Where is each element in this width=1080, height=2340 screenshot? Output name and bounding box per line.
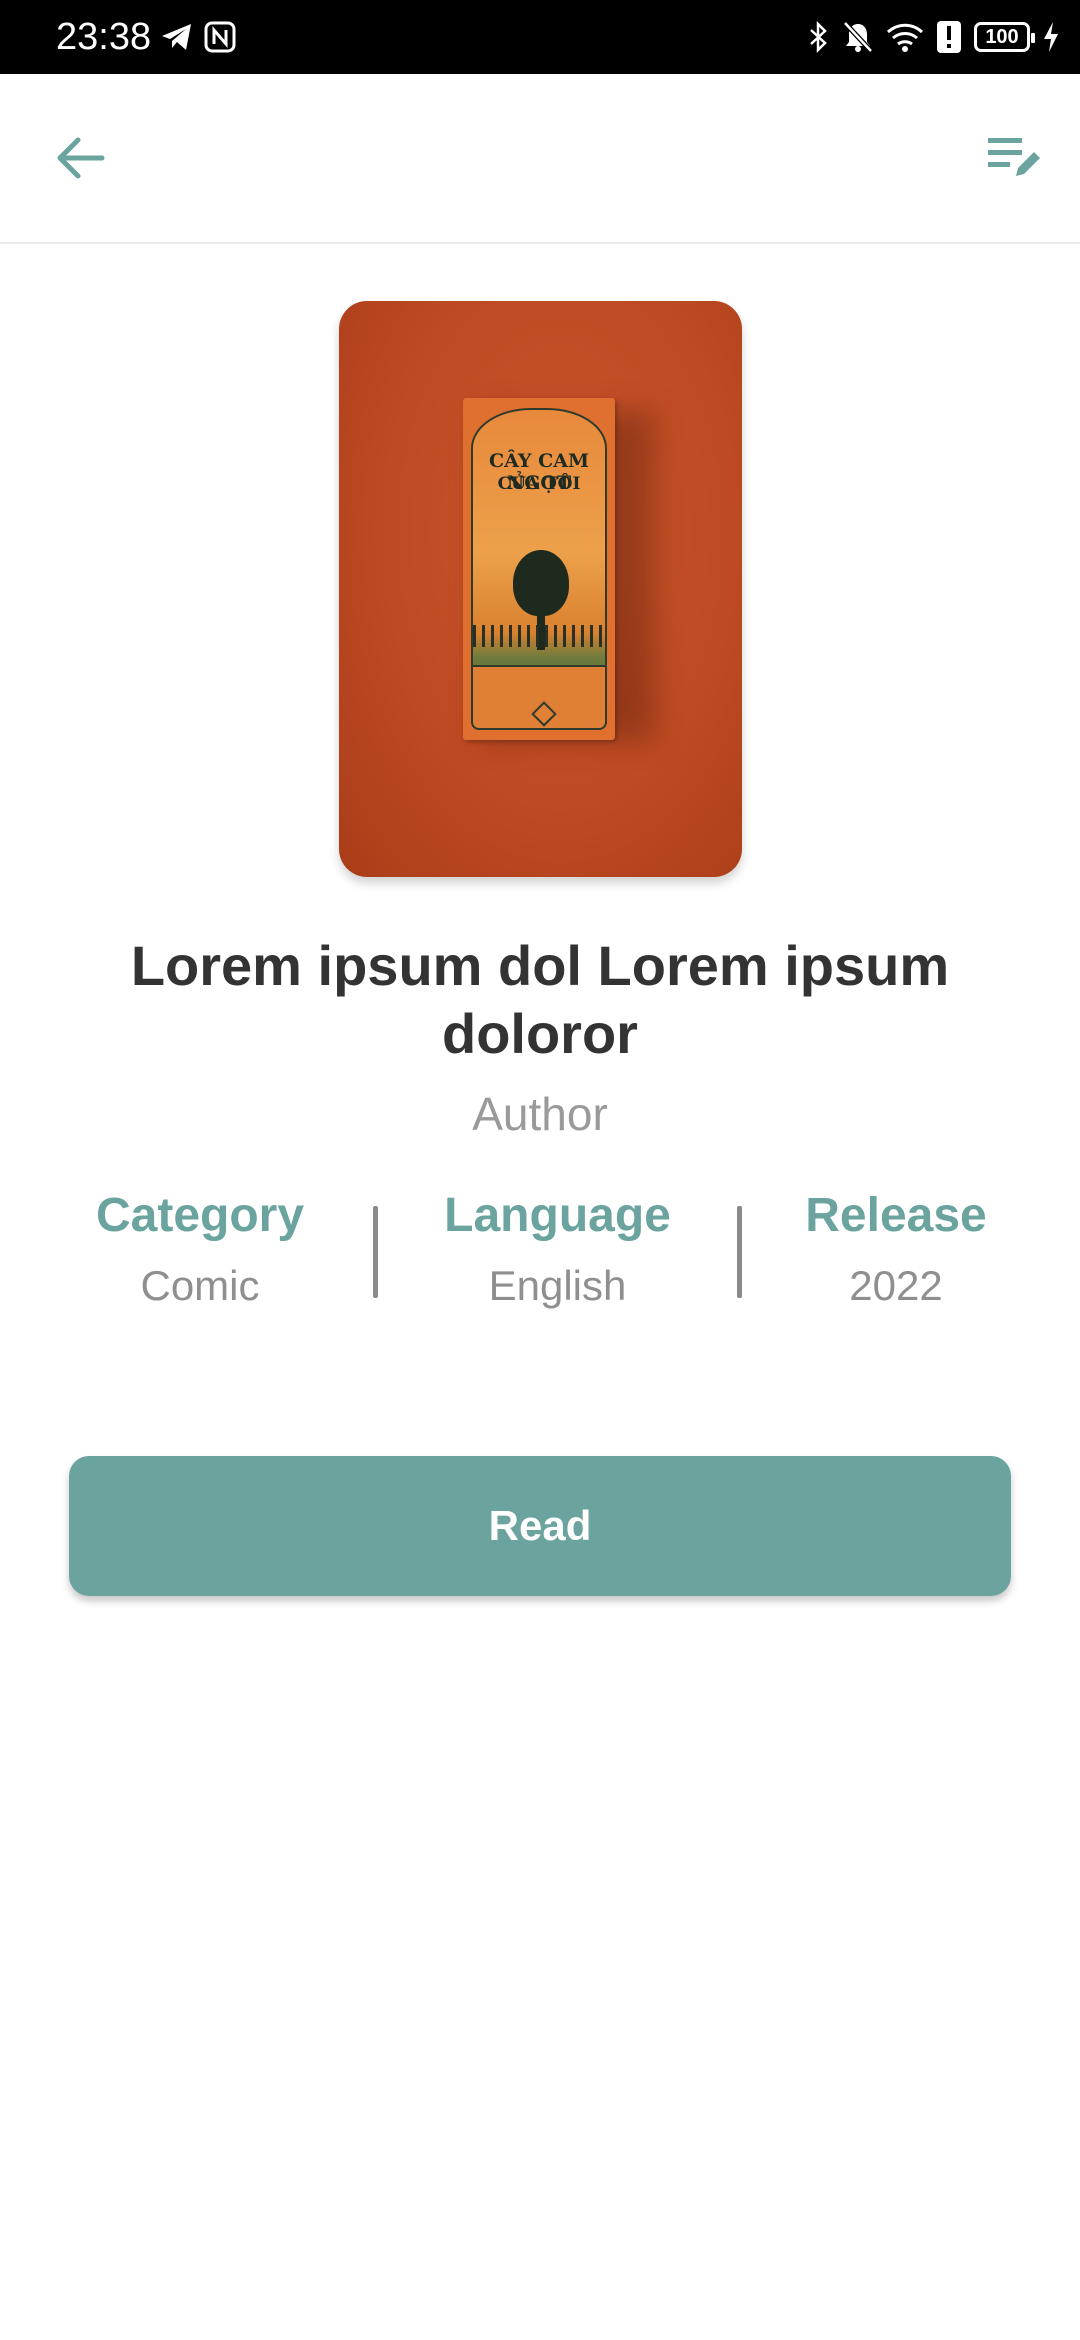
battery-icon: 100 xyxy=(974,22,1035,52)
meta-release: Release 2022 xyxy=(776,1186,1016,1312)
edit-list-icon xyxy=(988,138,1040,176)
book-illustration: CÂY CAM NGỌT CỦA TÔI xyxy=(463,398,615,740)
read-button[interactable]: Read xyxy=(69,1456,1011,1596)
nfc-icon xyxy=(204,21,236,53)
app-bar xyxy=(0,74,1080,244)
bluetooth-icon xyxy=(810,20,827,54)
meta-divider xyxy=(373,1206,378,1298)
cover-seal xyxy=(531,701,557,727)
status-left-icons xyxy=(160,18,236,56)
fence-illustration xyxy=(473,625,605,647)
meta-category: Category Comic xyxy=(70,1186,330,1312)
status-time: 23:38 xyxy=(56,16,152,58)
book-author: Author xyxy=(472,1088,608,1140)
release-value: 2022 xyxy=(849,1262,943,1309)
release-label: Release xyxy=(805,1189,987,1242)
book-title: Lorem ipsum dol Lorem ipsum doloror xyxy=(130,934,950,1065)
cover-footer xyxy=(473,665,605,728)
category-label: Category xyxy=(95,1189,305,1242)
meta-divider xyxy=(737,1206,742,1298)
category-value: Comic xyxy=(140,1262,260,1309)
book-frame: CÂY CAM NGỌT CỦA TÔI xyxy=(471,408,607,730)
back-button[interactable] xyxy=(44,122,116,194)
language-value: English xyxy=(488,1262,627,1309)
status-bar: 23:38 100 xyxy=(0,0,1080,74)
alert-icon xyxy=(937,21,961,53)
cover-title-line2: CỦA TÔI xyxy=(497,474,581,494)
bell-off-icon xyxy=(843,21,873,53)
arrow-left-icon xyxy=(57,137,105,179)
language-label: Language xyxy=(444,1189,671,1242)
status-right-icons: 100 xyxy=(808,16,1060,58)
telegram-icon xyxy=(162,24,191,50)
wifi-icon xyxy=(886,23,924,52)
book-cover-image: CÂY CAM NGỌT CỦA TÔI xyxy=(339,301,742,877)
meta-language: Language English xyxy=(420,1186,695,1312)
edit-list-button[interactable] xyxy=(978,122,1050,194)
tree-illustration xyxy=(513,550,569,616)
charging-icon xyxy=(1044,22,1058,52)
